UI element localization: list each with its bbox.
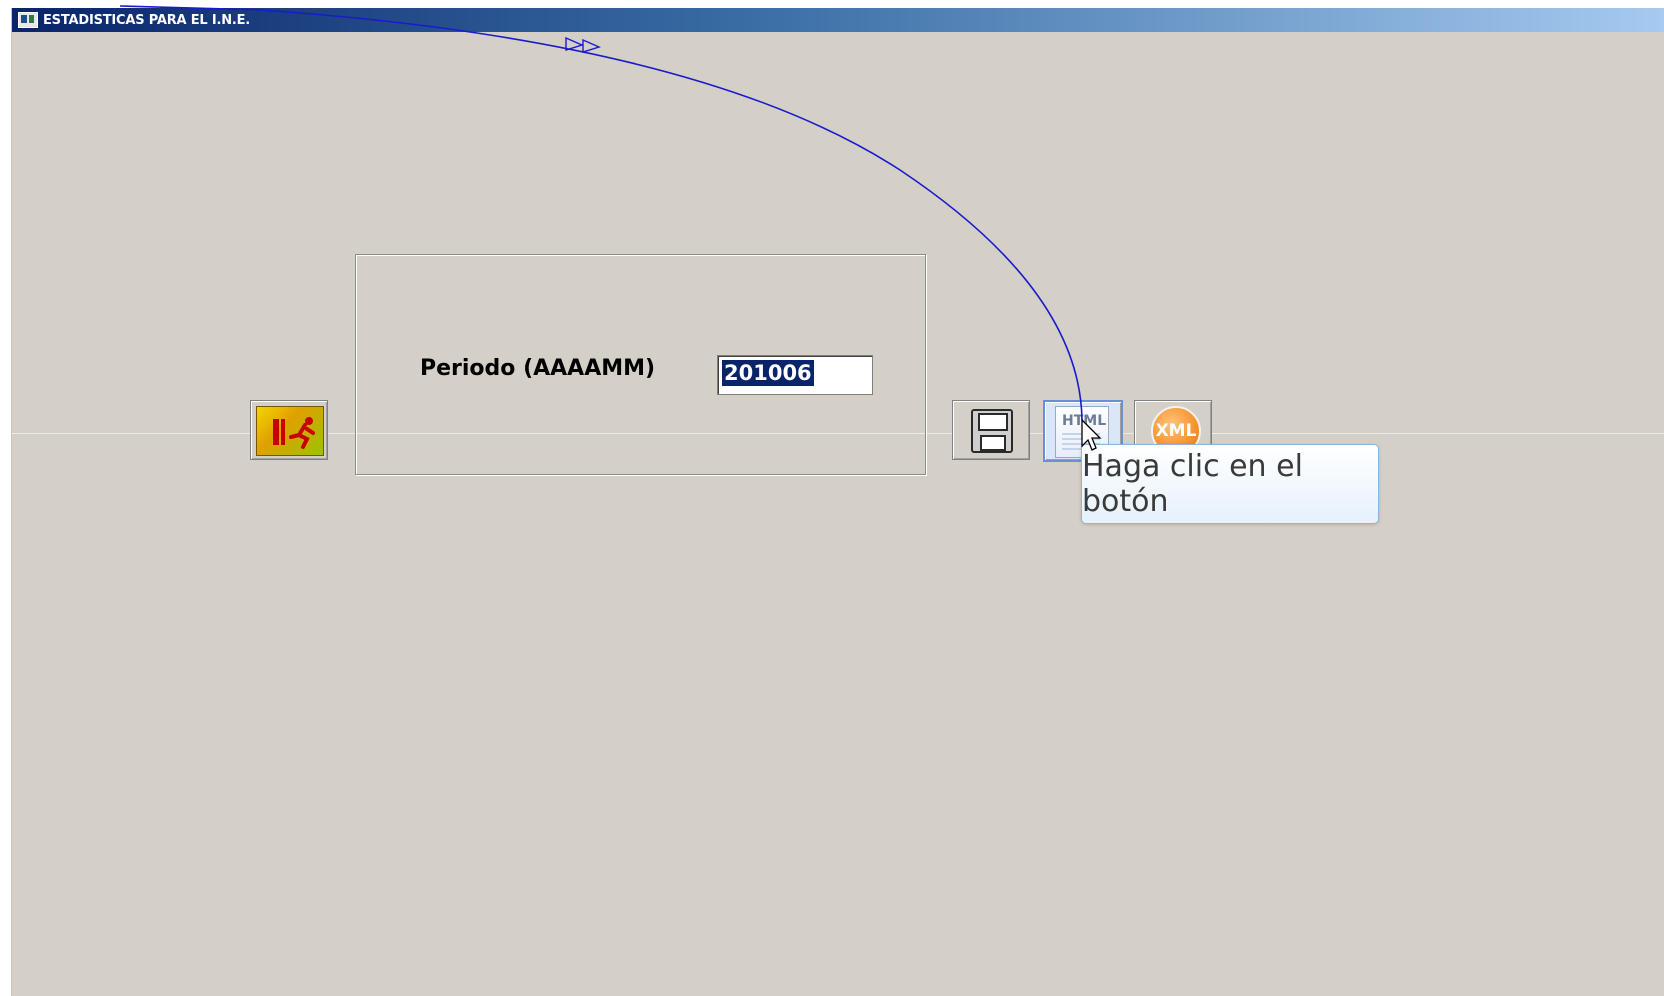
tooltip: Haga clic en el botón: [1081, 444, 1379, 524]
exit-button[interactable]: [250, 400, 328, 460]
window-title: ESTADISTICAS PARA EL I.N.E.: [43, 12, 251, 28]
period-input-value: 201006: [722, 360, 814, 386]
xml-icon-label: XML: [1155, 421, 1197, 441]
period-input[interactable]: 201006: [717, 355, 873, 395]
period-label: Periodo (AAAAMM): [420, 356, 656, 381]
save-button[interactable]: [952, 400, 1030, 460]
app-icon: [18, 12, 38, 28]
floppy-disk-icon: [971, 409, 1013, 453]
title-bar[interactable]: ESTADISTICAS PARA EL I.N.E.: [12, 8, 1664, 32]
tooltip-text: Haga clic en el botón: [1082, 449, 1303, 519]
app-window: ESTADISTICAS PARA EL I.N.E. Periodo (AAA…: [11, 8, 1664, 996]
exit-running-man-icon: [256, 406, 324, 456]
period-group-box: Periodo (AAAAMM) 201006: [355, 254, 926, 475]
html-icon-label: HTML: [1062, 413, 1107, 429]
